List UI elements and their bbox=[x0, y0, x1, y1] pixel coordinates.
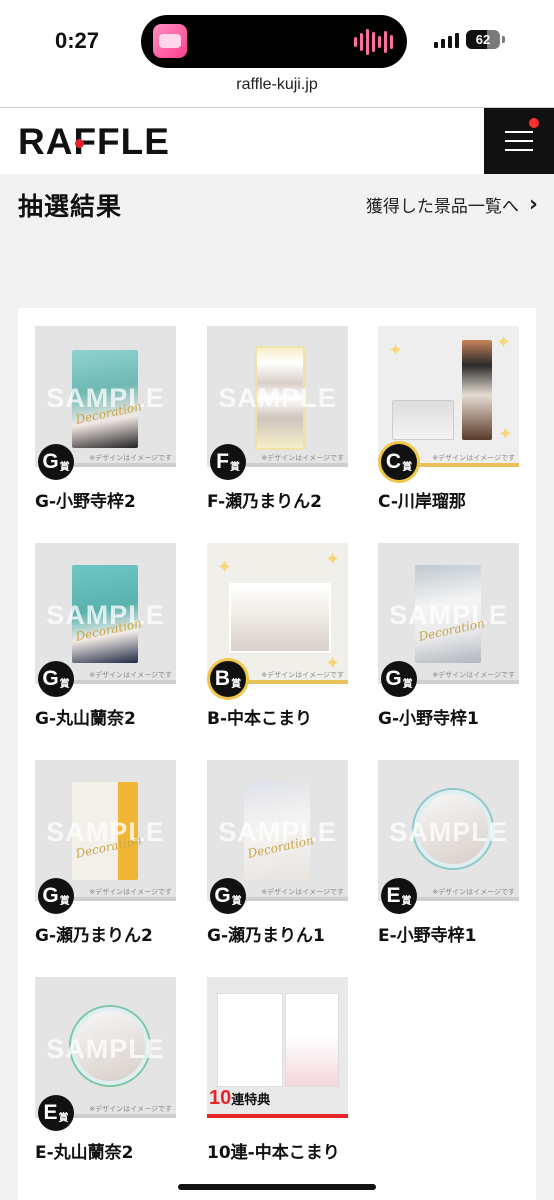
home-indicator[interactable] bbox=[178, 1184, 376, 1190]
design-note: ※デザインはイメージです bbox=[261, 671, 344, 679]
result-card[interactable]: SAMPLE Decoration ※デザインはイメージです G賞 G-小野寺梓… bbox=[35, 326, 176, 512]
card-bar bbox=[231, 463, 348, 467]
prize-grade-badge: G賞 bbox=[38, 661, 74, 697]
battery-cap bbox=[502, 36, 505, 43]
prize-grade-badge: E賞 bbox=[38, 1095, 74, 1131]
card-bar bbox=[402, 897, 519, 901]
status-time: 0:27 bbox=[55, 28, 100, 53]
result-card[interactable]: SAMPLE ※デザインはイメージです E賞 E-丸山蘭奈2 bbox=[35, 977, 176, 1163]
card-label: B-中本こまり bbox=[207, 709, 313, 729]
card-label: G-小野寺梓1 bbox=[378, 709, 479, 729]
notification-dot bbox=[529, 118, 539, 128]
result-card[interactable]: SAMPLE ※デザインはイメージです F賞 F-瀬乃まりん2 bbox=[207, 326, 348, 512]
logo-text: RAFFLE bbox=[18, 121, 170, 162]
result-card[interactable]: SAMPLE Decoration ※デザインはイメージです G賞 G-小野寺梓… bbox=[378, 543, 519, 729]
prize-grade-badge: E賞 bbox=[381, 878, 417, 914]
sample-watermark: SAMPLE bbox=[46, 1034, 165, 1064]
result-card[interactable]: SAMPLE ※デザインはイメージです E賞 E-小野寺梓1 bbox=[378, 760, 519, 946]
card-bar bbox=[59, 680, 176, 684]
card-bar bbox=[59, 463, 176, 467]
design-note: ※デザインはイメージです bbox=[89, 671, 172, 679]
card-label: F-瀬乃まりん2 bbox=[207, 492, 322, 512]
card-bar bbox=[59, 897, 176, 901]
result-card[interactable]: SAMPLE Decoration ※デザインはイメージです G賞 G-瀬乃まり… bbox=[35, 760, 176, 946]
now-playing-app-icon bbox=[153, 24, 187, 58]
status-bar: 0:27 62 raffle-kuji.jp bbox=[0, 0, 554, 108]
card-bar bbox=[59, 1114, 176, 1118]
design-note: ※デザインはイメージです bbox=[432, 454, 515, 462]
dynamic-island[interactable] bbox=[141, 15, 407, 68]
design-note: ※デザインはイメージです bbox=[432, 888, 515, 896]
standing-photo bbox=[462, 340, 492, 440]
sparkle-icon: ✦ bbox=[388, 340, 404, 361]
card-label: G-瀬乃まりん2 bbox=[35, 926, 153, 946]
sparkle-icon: ✦ bbox=[217, 557, 233, 578]
design-note: ※デザインはイメージです bbox=[432, 671, 515, 679]
card-label: G-丸山蘭奈2 bbox=[35, 709, 136, 729]
prize-grade-badge: G賞 bbox=[38, 444, 74, 480]
logo-red-dot bbox=[75, 139, 84, 148]
sample-watermark: SAMPLE bbox=[218, 383, 337, 413]
card-bar bbox=[231, 897, 348, 901]
card-label: E-小野寺梓1 bbox=[378, 926, 477, 946]
card-bar bbox=[231, 680, 348, 684]
page-title: 抽選結果 bbox=[18, 192, 123, 221]
prize-grade-badge: G賞 bbox=[210, 878, 246, 914]
result-card[interactable]: ✦ ✦ ✦ ※デザインはイメージです C賞 C-川岸瑠那 bbox=[378, 326, 519, 512]
sample-watermark: SAMPLE bbox=[389, 817, 508, 847]
battery-icon: 62 bbox=[466, 30, 500, 49]
bonus-label: 10連特典 bbox=[209, 1087, 271, 1109]
design-note: ※デザインはイメージです bbox=[89, 1105, 172, 1113]
results-panel: SAMPLE Decoration ※デザインはイメージです G賞 G-小野寺梓… bbox=[18, 308, 536, 1200]
hamburger-line bbox=[505, 149, 533, 151]
design-note: ※デザインはイメージです bbox=[261, 888, 344, 896]
menu-button[interactable] bbox=[484, 108, 554, 174]
prize-list-link-label: 獲得した景品一覧へ bbox=[365, 197, 519, 217]
audio-wave-icon bbox=[354, 28, 393, 56]
design-note: ※デザインはイメージです bbox=[89, 454, 172, 462]
photo-sheet bbox=[285, 993, 339, 1087]
card-label: C-川岸瑠那 bbox=[378, 492, 466, 512]
prize-grade-badge: B賞 bbox=[210, 661, 246, 697]
hamburger-icon bbox=[505, 131, 533, 133]
prize-grade-badge: G賞 bbox=[38, 878, 74, 914]
result-card[interactable]: ✦ ✦ ✦ ※デザインはイメージです B賞 B-中本こまり bbox=[207, 543, 348, 729]
raffle-logo[interactable]: RAFFLE bbox=[18, 121, 170, 162]
card-thumbnail: 10連特典 bbox=[207, 977, 348, 1118]
design-note: ※デザインはイメージです bbox=[261, 454, 344, 462]
card-label: 10連-中本こまり bbox=[207, 1143, 340, 1163]
prize-grade-badge: F賞 bbox=[210, 444, 246, 480]
result-card[interactable]: SAMPLE Decoration ※デザインはイメージです G賞 G-瀬乃まり… bbox=[207, 760, 348, 946]
card-label: G-小野寺梓2 bbox=[35, 492, 136, 512]
design-note: ※デザインはイメージです bbox=[89, 888, 172, 896]
group-photo bbox=[392, 400, 454, 440]
hamburger-line bbox=[505, 140, 533, 142]
card-bar bbox=[402, 463, 519, 467]
profile-sheet bbox=[217, 993, 283, 1087]
site-header: RAFFLE bbox=[0, 108, 554, 174]
result-card[interactable]: SAMPLE Decoration ※デザインはイメージです G賞 G-丸山蘭奈… bbox=[35, 543, 176, 729]
result-card[interactable]: 10連特典 10連-中本こまり bbox=[207, 977, 348, 1163]
battery-level: 62 bbox=[475, 32, 491, 47]
sparkle-icon: ✦ bbox=[496, 332, 512, 353]
address-bar-url[interactable]: raffle-kuji.jp bbox=[0, 76, 554, 94]
acrylic-block-photo bbox=[229, 583, 331, 653]
prize-grade-badge: C賞 bbox=[381, 444, 417, 480]
sparkle-icon: ✦ bbox=[498, 424, 514, 445]
card-bar bbox=[207, 1114, 348, 1118]
cellular-signal-icon bbox=[434, 32, 459, 48]
card-label: G-瀬乃まりん1 bbox=[207, 926, 325, 946]
prize-list-link[interactable]: 獲得した景品一覧へ › bbox=[366, 192, 538, 217]
card-bar bbox=[402, 680, 519, 684]
sparkle-icon: ✦ bbox=[325, 549, 341, 570]
chevron-right-icon: › bbox=[528, 191, 538, 217]
prize-grade-badge: G賞 bbox=[381, 661, 417, 697]
card-label: E-丸山蘭奈2 bbox=[35, 1143, 134, 1163]
